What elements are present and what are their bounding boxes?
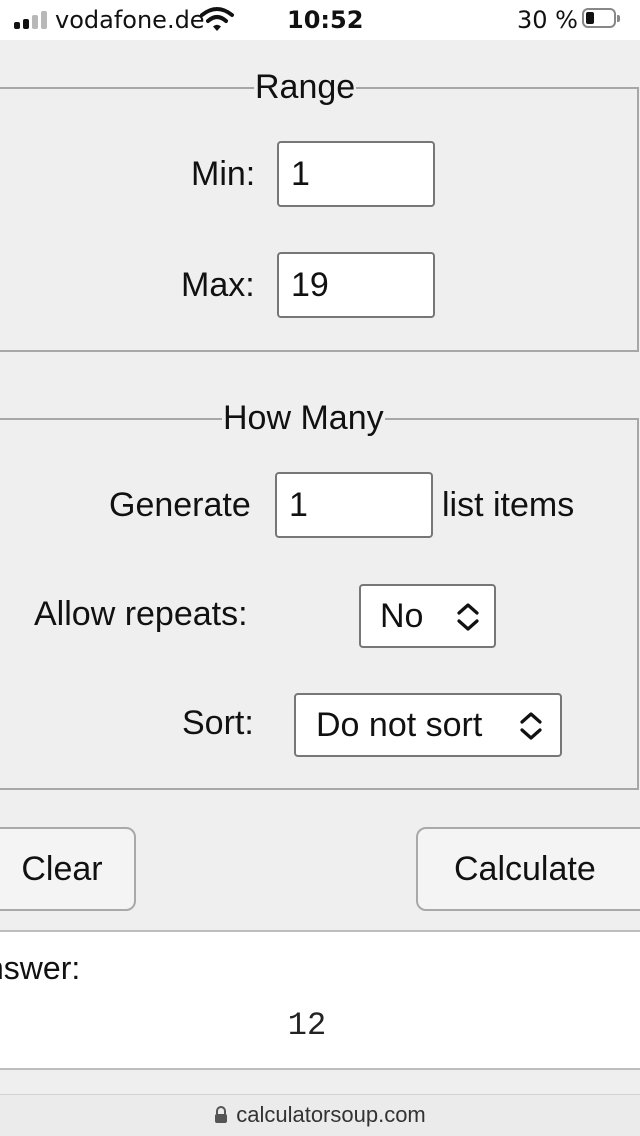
max-input[interactable] <box>277 252 435 318</box>
allow-repeats-label: Allow repeats: <box>34 595 248 633</box>
signal-icon <box>14 11 48 29</box>
max-label: Max: <box>181 266 255 304</box>
list-items-label: list items <box>442 486 575 524</box>
allow-repeats-select[interactable]: No <box>359 584 496 648</box>
min-input[interactable] <box>277 141 435 207</box>
battery-level <box>586 12 594 24</box>
sort-label: Sort: <box>182 704 254 742</box>
browser-address-bar[interactable]: calculatorsoup.com <box>0 1094 640 1136</box>
generate-count-input[interactable] <box>275 472 433 538</box>
min-label: Min: <box>191 155 256 193</box>
range-legend: Range <box>254 67 357 107</box>
sort-value: Do not sort <box>316 706 483 744</box>
answer-panel: nswer: 12 <box>0 930 640 1070</box>
answer-label: nswer: <box>0 950 81 986</box>
clear-button[interactable]: Clear <box>0 827 136 911</box>
how-many-legend: How Many <box>222 398 385 438</box>
wifi-icon <box>200 7 234 31</box>
battery-percent: 30 % <box>517 6 578 34</box>
carrier-name: vodafone.de <box>55 6 205 34</box>
chevron-up-down-icon <box>520 712 542 740</box>
chevron-up-down-icon <box>457 603 479 631</box>
lock-icon <box>215 1106 228 1123</box>
url-domain: calculatorsoup.com <box>236 1102 426 1127</box>
clock: 10:52 <box>287 6 364 34</box>
allow-repeats-value: No <box>380 597 424 635</box>
status-bar: vodafone.de 10:52 30 % <box>0 0 640 40</box>
generate-label: Generate <box>109 486 251 524</box>
sort-select[interactable]: Do not sort <box>294 693 562 757</box>
battery-icon <box>582 8 622 30</box>
answer-value: 12 <box>287 1007 327 1044</box>
calculate-button[interactable]: Calculate <box>416 827 640 911</box>
